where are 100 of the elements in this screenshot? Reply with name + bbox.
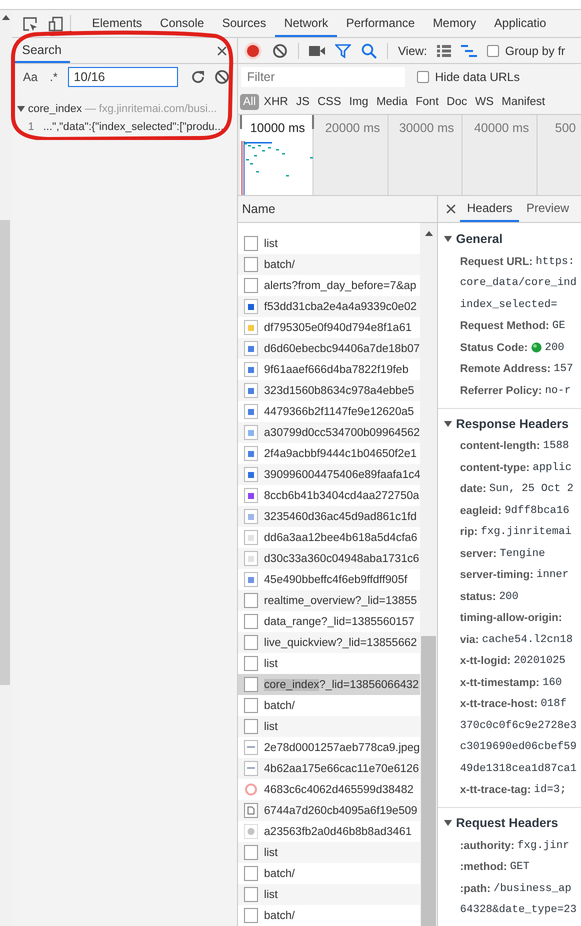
- header-name: x-tt-trace-tag:: [460, 784, 531, 796]
- request-name: 6744a7d260cb4095a6f19e509: [264, 804, 418, 816]
- request-name: dd6a3aa12bee4b618a5d4cfa6: [264, 532, 418, 544]
- image-icon: [244, 488, 258, 503]
- section-title[interactable]: Response Headers: [456, 416, 569, 430]
- type-filter[interactable]: Doc: [444, 94, 470, 110]
- type-filter[interactable]: WS: [472, 94, 497, 110]
- document-icon: [244, 887, 258, 902]
- panel-tab[interactable]: Console: [151, 10, 214, 37]
- request-name: 390996004475406e89faafa1c4: [264, 468, 420, 480]
- header-name: :authority:: [460, 840, 514, 852]
- request-name: d30c33a360c04948aba1731c6: [264, 552, 420, 564]
- header-value: cache54.l2cn18: [482, 634, 573, 646]
- request-row[interactable]: 323d1560b8634c978a4ebbe5: [238, 380, 420, 401]
- inspect-icon[interactable]: [22, 16, 38, 32]
- details-tab[interactable]: Headers: [460, 196, 520, 222]
- checkbox[interactable]: [417, 71, 429, 83]
- request-row[interactable]: list: [238, 884, 420, 905]
- filter-icon[interactable]: [335, 42, 351, 58]
- document-icon: [244, 236, 258, 251]
- request-row[interactable]: core_index?_lid=13856066432: [238, 674, 420, 695]
- section-title[interactable]: General: [456, 232, 503, 246]
- refresh-icon[interactable]: [190, 69, 206, 85]
- header-name: rip:: [460, 526, 478, 538]
- section-title[interactable]: Request Headers: [456, 816, 558, 830]
- type-filter[interactable]: CSS: [314, 94, 344, 110]
- panel-tab[interactable]: Applicatio: [485, 10, 556, 37]
- request-row[interactable]: f53dd31cba2e4a4a9339c0e02: [238, 296, 420, 317]
- checkbox[interactable]: [487, 44, 500, 56]
- clear-icon[interactable]: [272, 42, 288, 58]
- request-name: 3235460d36ac45d9ad861c1fd: [264, 510, 417, 522]
- request-row[interactable]: a30799d0cc534700b09964562: [238, 422, 420, 443]
- type-filter[interactable]: Font: [412, 94, 442, 110]
- list-view-icon[interactable]: [437, 44, 452, 56]
- device-icon[interactable]: [48, 16, 64, 32]
- request-row[interactable]: realtime_overview?_lid=13855: [238, 590, 420, 611]
- request-row[interactable]: 4b62aa175e66cac11e70e6126: [238, 758, 420, 779]
- match-case-toggle[interactable]: Aa: [21, 70, 40, 84]
- expand-triangle-icon[interactable]: [444, 235, 452, 243]
- request-name: d6d60ebecbc94406a7de18b07: [264, 342, 420, 354]
- search-field[interactable]: 10/16: [68, 67, 178, 87]
- request-row[interactable]: 6744a7d260cb4095a6f19e509: [238, 800, 420, 821]
- request-name: f53dd31cba2e4a4a9339c0e02: [264, 300, 417, 312]
- request-row[interactable]: d6d60ebecbc94406a7de18b07: [238, 338, 420, 359]
- header-value: id=3;: [534, 784, 566, 796]
- expand-triangle-icon[interactable]: [444, 420, 452, 428]
- close-icon[interactable]: [217, 46, 227, 56]
- camera-icon[interactable]: [309, 44, 325, 56]
- request-row[interactable]: 3235460d36ac45d9ad861c1fd: [238, 506, 420, 527]
- type-filter[interactable]: JS: [293, 94, 312, 110]
- checkbox-label[interactable]: Group by fr: [505, 44, 566, 58]
- document-icon: [244, 257, 258, 272]
- search-tab[interactable]: Search: [12, 38, 70, 63]
- expand-triangle-icon[interactable]: [444, 819, 452, 827]
- panel-tab[interactable]: Performance: [337, 10, 424, 37]
- type-filter[interactable]: Media: [373, 94, 411, 110]
- image-icon: [244, 425, 258, 440]
- filter-field[interactable]: Filter: [241, 67, 405, 87]
- search-icon[interactable]: [361, 42, 377, 58]
- request-name: batch/: [264, 258, 295, 270]
- request-name: a23563fb2a0d46b8b8ad3461: [264, 826, 412, 838]
- request-row[interactable]: live_quickview?_lid=13855662: [238, 632, 420, 653]
- expand-triangle-icon[interactable]: [17, 105, 25, 113]
- header-value: inner: [536, 569, 569, 582]
- type-filter[interactable]: XHR: [260, 94, 292, 110]
- request-row[interactable]: d30c33a360c04948aba1731c6: [238, 548, 420, 569]
- type-filter[interactable]: Manifest: [498, 94, 548, 110]
- details-tab[interactable]: Preview: [519, 196, 576, 222]
- request-name: list: [264, 846, 278, 858]
- close-icon[interactable]: [446, 204, 456, 214]
- request-row[interactable]: list: [238, 716, 420, 737]
- header-value: core_data/core_ind: [460, 277, 577, 290]
- request-row[interactable]: 390996004475406e89faafa1c4: [238, 464, 420, 485]
- header-name: Referrer Policy:: [460, 384, 542, 397]
- panel-tab[interactable]: Elements: [83, 10, 152, 37]
- match-text[interactable]: ...","data":{"index_selected":["produ...: [43, 121, 224, 133]
- scroll-up-icon[interactable]: [424, 231, 432, 236]
- header-name: timing-allow-origin:: [460, 612, 562, 624]
- type-filter[interactable]: Img: [346, 94, 372, 110]
- checkbox-label[interactable]: Hide data URLs: [435, 70, 520, 84]
- header-value: Tengine: [500, 548, 546, 560]
- header-name: content-type:: [460, 462, 530, 474]
- column-header[interactable]: Name: [238, 196, 437, 223]
- request-name: 2e78d0001257aeb778ca9.jpeg: [264, 742, 420, 754]
- time-tick: 10000 ms: [249, 121, 306, 135]
- waterfall-icon[interactable]: [461, 44, 478, 56]
- panel-tab[interactable]: Memory: [424, 10, 486, 37]
- request-row[interactable]: batch/: [238, 254, 420, 275]
- scroll-up-icon[interactable]: [2, 15, 10, 20]
- panel-tab[interactable]: Sources: [213, 10, 276, 37]
- clear-icon[interactable]: [214, 69, 230, 85]
- request-row[interactable]: list: [238, 842, 420, 863]
- record-icon[interactable]: [244, 42, 262, 60]
- result-file[interactable]: core_index: [28, 103, 82, 115]
- request-name: core_index?_lid=13856066432: [264, 678, 419, 690]
- scrollbar-thumb[interactable]: [0, 220, 10, 685]
- regex-toggle[interactable]: .*: [48, 70, 60, 84]
- header-name: x-tt-trace-host:: [460, 698, 538, 710]
- document-icon: [244, 593, 258, 608]
- scrollbar-thumb[interactable]: [421, 636, 436, 926]
